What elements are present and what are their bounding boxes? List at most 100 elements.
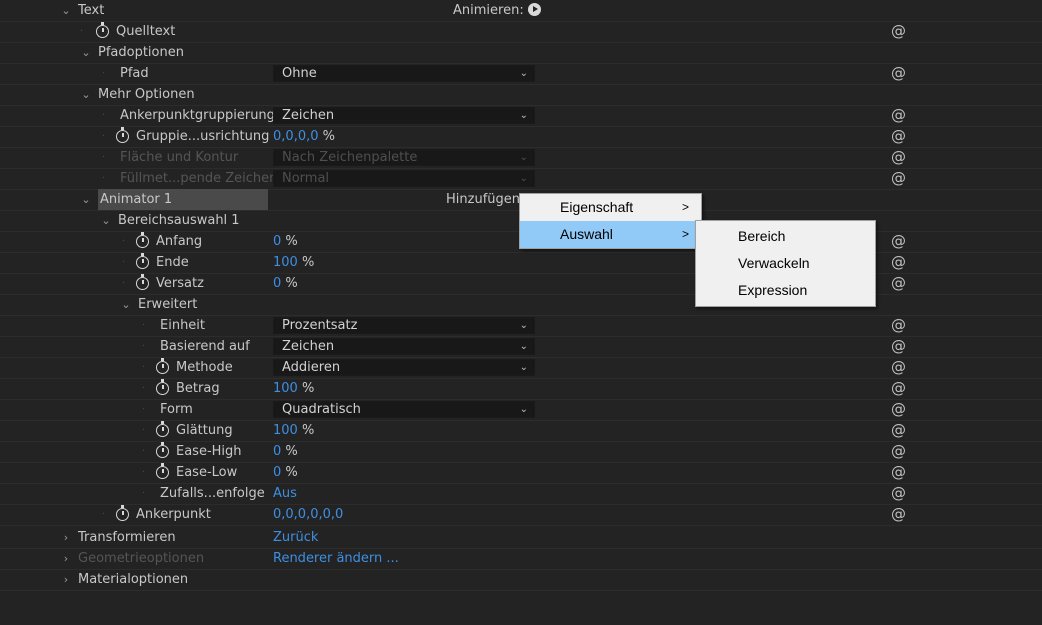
unit-label: % bbox=[322, 129, 336, 144]
chevron-down-icon[interactable]: ⌄ bbox=[80, 42, 92, 63]
value-x[interactable]: 0,0 bbox=[273, 129, 294, 144]
expression-spiral-icon[interactable]: @ bbox=[891, 506, 907, 522]
chevron-down-icon[interactable]: ⌄ bbox=[80, 84, 92, 105]
animator-name[interactable]: Animator 1 bbox=[98, 189, 268, 210]
tree-dot: · bbox=[122, 278, 126, 289]
ankerpunkt-value[interactable]: 0,0,0,0,0,0 bbox=[273, 504, 343, 525]
expression-spiral-icon[interactable]: @ bbox=[891, 149, 907, 165]
versatz-value[interactable]: 0 % bbox=[273, 273, 298, 294]
value-y[interactable]: 0,0 bbox=[298, 129, 319, 144]
row-zufallsreihenfolge: · Zufalls...enfolge Aus @ bbox=[0, 483, 1042, 505]
menu-item-bereich[interactable]: Bereich bbox=[696, 223, 875, 250]
tree-dot: · bbox=[142, 467, 146, 478]
stopwatch-icon[interactable] bbox=[156, 421, 169, 437]
gruppierungsausrichtung-value[interactable]: 0,0,0,0 % bbox=[273, 126, 335, 147]
ende-value[interactable]: 100 % bbox=[273, 252, 314, 273]
chevron-down-icon: ⌄ bbox=[519, 341, 528, 352]
menu-item-expression[interactable]: Expression bbox=[696, 277, 875, 304]
chevron-down-icon[interactable]: ⌄ bbox=[60, 0, 72, 21]
value-number[interactable]: 100 bbox=[273, 255, 298, 270]
expression-spiral-icon[interactable]: @ bbox=[891, 380, 907, 396]
tree-dot: · bbox=[102, 152, 106, 163]
expression-spiral-icon[interactable]: @ bbox=[891, 275, 907, 291]
methode-dropdown[interactable]: Addieren ⌄ bbox=[273, 359, 535, 376]
chevron-down-icon[interactable]: ⌄ bbox=[80, 189, 92, 210]
row-materialoptionen: › Materialoptionen bbox=[0, 569, 1042, 591]
chevron-right-icon[interactable]: › bbox=[60, 527, 72, 548]
tree-dot: · bbox=[142, 488, 146, 499]
dropdown-value: Prozentsatz bbox=[282, 318, 358, 333]
form-dropdown[interactable]: Quadratisch ⌄ bbox=[273, 401, 535, 418]
dropdown-value: Ohne bbox=[282, 66, 317, 81]
stopwatch-icon[interactable] bbox=[156, 463, 169, 479]
expression-spiral-icon[interactable]: @ bbox=[891, 485, 907, 501]
stopwatch-icon[interactable] bbox=[96, 22, 109, 38]
row-label: Quelltext bbox=[116, 24, 176, 39]
row-ankerpunkt: · Ankerpunkt 0,0,0,0,0,0 @ bbox=[0, 504, 1042, 526]
menu-item-verwackeln[interactable]: Verwackeln bbox=[696, 250, 875, 277]
anfang-value[interactable]: 0 % bbox=[273, 231, 298, 252]
row-label: Gruppie...usrichtung bbox=[136, 129, 270, 144]
einheit-dropdown[interactable]: Prozentsatz ⌄ bbox=[273, 317, 535, 334]
value-number[interactable]: 100 bbox=[273, 381, 298, 396]
basierend-auf-dropdown[interactable]: Zeichen ⌄ bbox=[273, 338, 535, 355]
glaettung-value[interactable]: 100 % bbox=[273, 420, 314, 441]
expression-spiral-icon[interactable]: @ bbox=[891, 422, 907, 438]
value-number[interactable]: 100 bbox=[273, 423, 298, 438]
row-ankerpunktgruppierung: · Ankerpunktgruppierung Zeichen ⌄ @ bbox=[0, 105, 1042, 127]
stopwatch-icon[interactable] bbox=[136, 232, 149, 248]
zurueck-link[interactable]: Zurück bbox=[273, 527, 318, 548]
add-label[interactable]: Hinzufügen: bbox=[446, 189, 524, 210]
expression-spiral-icon[interactable]: @ bbox=[891, 233, 907, 249]
value-number[interactable]: 0 bbox=[273, 276, 281, 291]
tree-dot: · bbox=[142, 320, 146, 331]
value-number[interactable]: 0 bbox=[273, 234, 281, 249]
expression-spiral-icon[interactable]: @ bbox=[891, 401, 907, 417]
ease-low-value[interactable]: 0 % bbox=[273, 462, 298, 483]
row-label: Erweitert bbox=[138, 297, 198, 312]
row-gruppierungsausrichtung: · Gruppie...usrichtung 0,0,0,0 % @ bbox=[0, 126, 1042, 148]
play-icon[interactable] bbox=[527, 3, 541, 16]
chevron-down-icon[interactable]: ⌄ bbox=[100, 210, 112, 231]
chevron-right-icon[interactable]: › bbox=[60, 548, 72, 569]
animate-label: Animieren: bbox=[453, 3, 524, 18]
ease-high-value[interactable]: 0 % bbox=[273, 441, 298, 462]
expression-spiral-icon[interactable]: @ bbox=[891, 65, 907, 81]
expression-spiral-icon[interactable]: @ bbox=[891, 338, 907, 354]
chevron-down-icon[interactable]: ⌄ bbox=[120, 294, 132, 315]
ankerpunktgruppierung-dropdown[interactable]: Zeichen ⌄ bbox=[273, 107, 535, 124]
expression-spiral-icon[interactable]: @ bbox=[891, 254, 907, 270]
value-number[interactable]: 0 bbox=[273, 465, 281, 480]
stopwatch-icon[interactable] bbox=[116, 127, 129, 143]
stopwatch-icon[interactable] bbox=[156, 358, 169, 374]
expression-spiral-icon[interactable]: @ bbox=[891, 443, 907, 459]
expression-spiral-icon[interactable]: @ bbox=[891, 170, 907, 186]
betrag-value[interactable]: 100 % bbox=[273, 378, 314, 399]
stopwatch-icon[interactable] bbox=[156, 442, 169, 458]
row-versatz: · Versatz 0 % @ bbox=[0, 273, 1042, 295]
tree-dot: · bbox=[142, 404, 146, 415]
renderer-aendern-link[interactable]: Renderer ändern ... bbox=[273, 548, 399, 569]
expression-spiral-icon[interactable]: @ bbox=[891, 23, 907, 39]
expression-spiral-icon[interactable]: @ bbox=[891, 464, 907, 480]
text-group[interactable]: ⌄ Text bbox=[60, 0, 104, 21]
chevron-right-icon[interactable]: › bbox=[60, 569, 72, 590]
stopwatch-icon[interactable] bbox=[136, 253, 149, 269]
menu-item-auswahl[interactable]: Auswahl > bbox=[520, 221, 701, 248]
animate-control[interactable]: Animieren: bbox=[453, 0, 541, 21]
value-number[interactable]: 0 bbox=[273, 444, 281, 459]
zufallsreihenfolge-value[interactable]: Aus bbox=[273, 483, 297, 504]
menu-item-eigenschaft[interactable]: Eigenschaft > bbox=[520, 194, 701, 221]
expression-spiral-icon[interactable]: @ bbox=[891, 107, 907, 123]
row-label: Anfang bbox=[156, 234, 203, 249]
expression-spiral-icon[interactable]: @ bbox=[891, 128, 907, 144]
stopwatch-icon[interactable] bbox=[116, 505, 129, 521]
expression-spiral-icon[interactable]: @ bbox=[891, 359, 907, 375]
tree-dot: · bbox=[142, 383, 146, 394]
tree-dot: · bbox=[142, 425, 146, 436]
expression-spiral-icon[interactable]: @ bbox=[891, 317, 907, 333]
stopwatch-icon[interactable] bbox=[136, 274, 149, 290]
row-label: Mehr Optionen bbox=[98, 87, 195, 102]
stopwatch-icon[interactable] bbox=[156, 379, 169, 395]
pfad-dropdown[interactable]: Ohne ⌄ bbox=[273, 65, 535, 82]
